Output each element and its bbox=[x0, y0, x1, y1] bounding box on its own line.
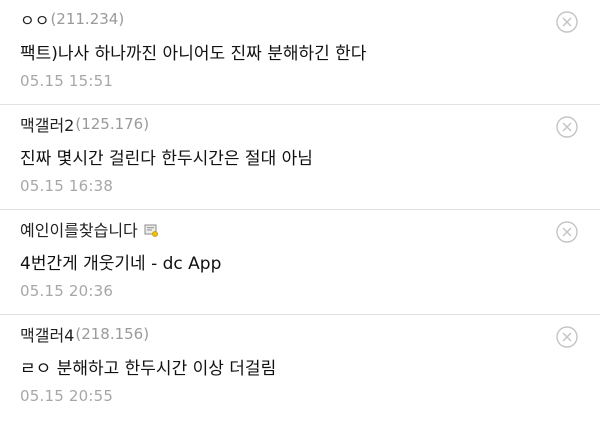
comment-ip: (211.234) bbox=[50, 10, 125, 28]
comment-ip: (125.176) bbox=[75, 115, 150, 133]
comment-text: 진짜 몇시간 걸린다 한두시간은 절대 아님 bbox=[20, 149, 313, 169]
circle-x-icon bbox=[556, 11, 578, 33]
comment-text: ㄹㅇ 분해하고 한두시간 이상 더걸림 bbox=[20, 359, 277, 379]
delete-comment-button[interactable] bbox=[556, 116, 578, 138]
comment-text: 4번간게 개웃기네 - dc App bbox=[20, 254, 222, 274]
comment-date: 05.15 16:38 bbox=[20, 177, 114, 195]
comment-nickname[interactable]: 맥갤러2 bbox=[20, 112, 74, 136]
comment-header: 맥갤러2 (125.176) bbox=[20, 113, 149, 135]
comment-nickname[interactable]: ㅇㅇ bbox=[20, 7, 49, 31]
comment-header: 예인이를찾습니다 bbox=[20, 218, 158, 240]
circle-x-icon bbox=[556, 326, 578, 348]
gallery-manager-badge-icon bbox=[144, 222, 158, 237]
delete-comment-button[interactable] bbox=[556, 326, 578, 348]
delete-comment-button[interactable] bbox=[556, 11, 578, 33]
comment-header: ㅇㅇ (211.234) bbox=[20, 8, 124, 30]
circle-x-icon bbox=[556, 116, 578, 138]
comment-item: ㅇㅇ (211.234) 팩트)나사 하나까진 아니어도 진짜 분해하긴 한다 … bbox=[0, 0, 600, 105]
comment-item: 예인이를찾습니다 4번간게 개웃기네 - dc App 05.15 20:36 bbox=[0, 210, 600, 315]
comment-item: 맥갤러4 (218.156) ㄹㅇ 분해하고 한두시간 이상 더걸림 05.15… bbox=[0, 315, 600, 431]
comment-nickname[interactable]: 예인이를찾습니다 bbox=[20, 217, 138, 241]
delete-comment-button[interactable] bbox=[556, 221, 578, 243]
circle-x-icon bbox=[556, 221, 578, 243]
comment-date: 05.15 15:51 bbox=[20, 72, 114, 90]
comment-date: 05.15 20:36 bbox=[20, 282, 114, 300]
comment-text: 팩트)나사 하나까진 아니어도 진짜 분해하긴 한다 bbox=[20, 44, 367, 64]
comment-ip: (218.156) bbox=[75, 325, 150, 343]
comment-item: 맥갤러2 (125.176) 진짜 몇시간 걸린다 한두시간은 절대 아님 05… bbox=[0, 105, 600, 210]
comment-list: ㅇㅇ (211.234) 팩트)나사 하나까진 아니어도 진짜 분해하긴 한다 … bbox=[0, 0, 600, 431]
comment-header: 맥갤러4 (218.156) bbox=[20, 323, 149, 345]
comment-date: 05.15 20:55 bbox=[20, 387, 114, 405]
comment-nickname[interactable]: 맥갤러4 bbox=[20, 322, 74, 346]
